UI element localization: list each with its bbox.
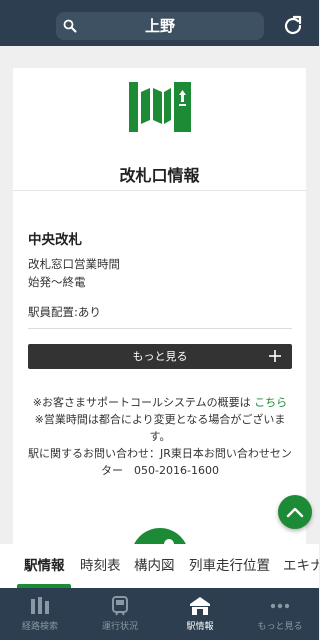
content-area[interactable]: 改札口情報 中央改札 改札窓口営業時間 始発～終電 駅員配置:あり もっと見る … (0, 46, 319, 544)
card-title: 改札口情報 (119, 166, 200, 185)
app-header: 上野 (0, 0, 319, 46)
nav-label: 駅情報 (186, 622, 214, 632)
hours-note: ※営業時間は都合により変更となる場合がございます。 (34, 413, 286, 443)
bottom-navigation: 経路検索 運行状況 駅情報 もっと見る (0, 588, 319, 640)
nav-route-search[interactable]: 経路検索 (0, 588, 80, 640)
scroll-top-button[interactable] (278, 495, 312, 529)
staff-status: 駅員配置:あり (28, 305, 101, 319)
ticket-gate-card: 改札口情報 中央改札 改札窓口営業時間 始発～終電 駅員配置:あり もっと見る … (13, 68, 306, 516)
chevron-up-icon (286, 507, 304, 518)
station-search-box[interactable]: 上野 (56, 12, 264, 40)
tab-timetable[interactable]: 時刻表 (80, 544, 121, 588)
support-link[interactable]: こちら (254, 396, 287, 409)
nav-station-info[interactable]: 駅情報 (160, 588, 240, 640)
more-button-label: もっと見る (132, 350, 188, 363)
tab-train-position[interactable]: 列車走行位置 (189, 544, 270, 588)
wheelchair-icon (131, 528, 189, 544)
support-note-text: ※お客さまサポートコールシステムの概要は (32, 396, 255, 409)
window-hours-label: 改札窓口営業時間 (28, 257, 120, 271)
window-hours-value: 始発～終電 (28, 275, 86, 289)
tab-station-info[interactable]: 駅情報 (24, 544, 65, 588)
plus-icon (269, 350, 281, 362)
nav-service-status[interactable]: 運行状況 (80, 588, 160, 640)
tab-ekinaka[interactable]: エキナ (283, 544, 319, 588)
next-info-card (13, 514, 306, 544)
train-icon (112, 596, 128, 616)
divider (28, 328, 292, 329)
gate-name: 中央改札 (28, 232, 82, 248)
divider (13, 190, 306, 191)
more-button[interactable]: もっと見る (28, 344, 292, 369)
nav-label: 経路検索 (21, 622, 58, 632)
station-name: 上野 (144, 17, 175, 35)
route-search-icon (31, 597, 49, 614)
ticket-gate-icon (129, 82, 191, 132)
nav-more[interactable]: もっと見る (240, 588, 320, 640)
more-dots-icon (270, 603, 290, 609)
support-note: ※お客さまサポートコールシステムの概要は こちら (28, 394, 292, 411)
station-tabs: 駅情報 時刻表 構内図 列車走行位置 エキナ (0, 544, 319, 588)
nav-label: 運行状況 (101, 622, 138, 632)
tab-station-map[interactable]: 構内図 (134, 544, 175, 588)
station-icon (190, 597, 210, 615)
contact-note: 駅に関するお問い合わせ：JR東日本お問い合わせセンター 050-2016-160… (28, 447, 292, 477)
refresh-icon[interactable] (281, 14, 305, 38)
nav-label: もっと見る (257, 622, 303, 632)
